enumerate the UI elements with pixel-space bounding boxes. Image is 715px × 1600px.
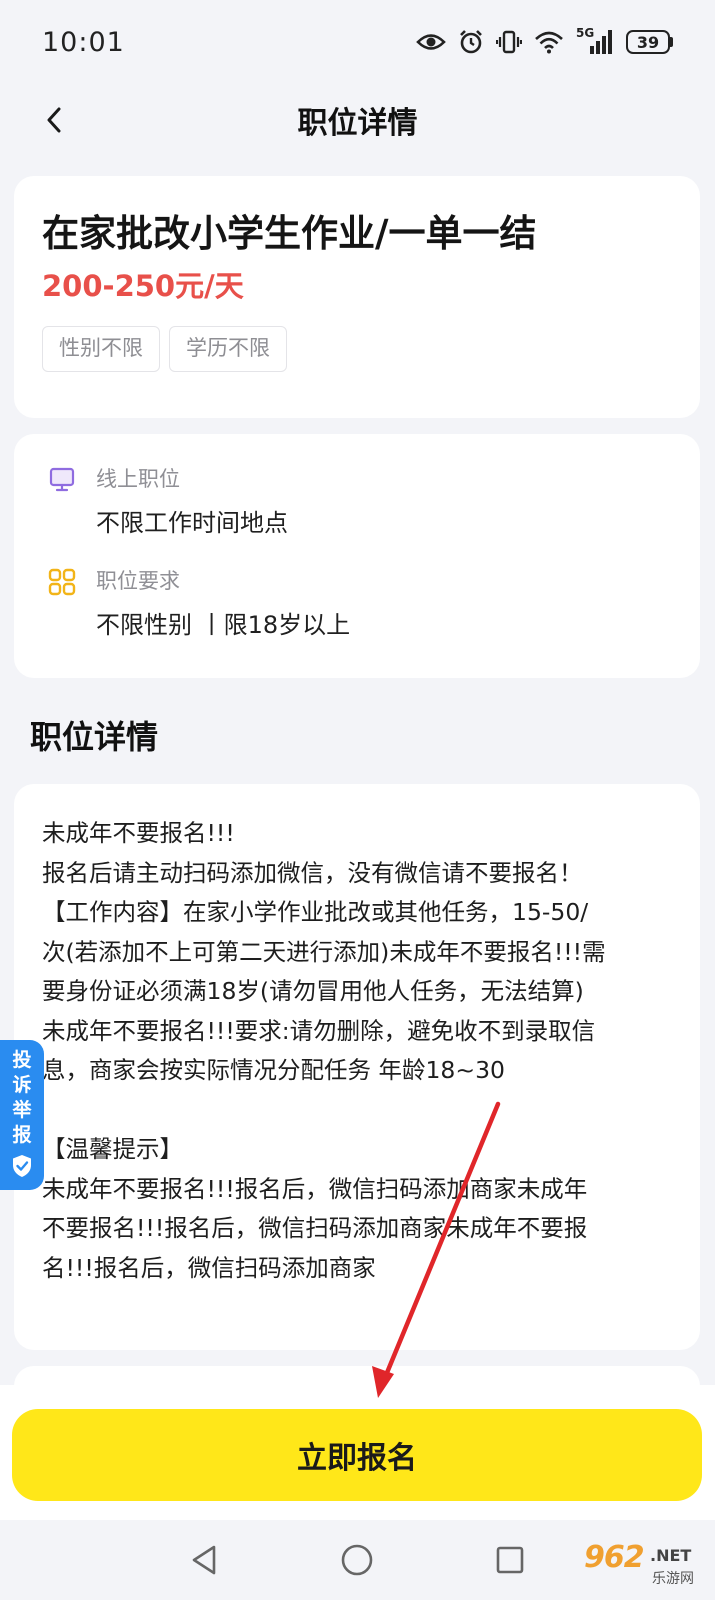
back-triangle-icon <box>192 1545 216 1575</box>
signal-icon: 5G <box>576 26 614 56</box>
chevron-left-icon <box>47 107 61 133</box>
watermark-main: 962 <box>584 1540 645 1575</box>
info-value-online: 不限工作时间地点 <box>96 509 288 537</box>
desc-line: 【工作内容】在家小学作业批改或其他任务，15-50/ <box>42 898 589 926</box>
info-row-requirements: 职位要求 不限性别 丨限18岁以上 <box>48 566 666 642</box>
system-back-button[interactable] <box>182 1538 226 1582</box>
system-recents-button[interactable] <box>488 1538 532 1582</box>
job-info-card: 线上职位 不限工作时间地点 职位要求 不限性别 丨限18岁以上 <box>14 434 700 678</box>
desc-line: 要身份证必须满18岁(请勿冒用他人任务，无法结算) <box>42 977 584 1005</box>
report-char: 诉 <box>12 1074 32 1096</box>
status-icons: 5G 39 <box>416 26 673 56</box>
bottom-action-bar: 立即报名 <box>0 1385 715 1520</box>
job-tags: 性别不限 学历不限 <box>42 326 672 372</box>
system-home-button[interactable] <box>335 1538 379 1582</box>
desc-line: 息，商家会按实际情况分配任务 年龄18~30 <box>42 1056 505 1084</box>
info-label-requirements: 职位要求 <box>96 569 180 593</box>
status-bar: 10:01 5G 39 <box>0 0 715 84</box>
vibrate-icon <box>496 30 522 54</box>
battery-level: 39 <box>636 32 660 52</box>
tag-gender: 性别不限 <box>42 326 160 372</box>
grid-icon <box>48 568 76 596</box>
info-label-online: 线上职位 <box>96 467 180 491</box>
status-time: 10:01 <box>42 26 125 58</box>
job-title: 在家批改小学生作业/一单一结 <box>42 212 537 255</box>
back-button[interactable] <box>34 100 74 140</box>
wifi-icon <box>535 31 563 54</box>
report-char: 投 <box>12 1049 32 1071</box>
eye-icon <box>416 34 446 50</box>
job-description-card: 未成年不要报名!!! 报名后请主动扫码添加微信，没有微信请不要报名！ 【工作内容… <box>14 784 700 1350</box>
report-tab[interactable]: 投 诉 举 报 <box>0 1040 44 1190</box>
page-title: 职位详情 <box>297 106 418 141</box>
recents-square-icon <box>496 1546 524 1574</box>
desc-line: 未成年不要报名!!!要求:请勿删除，避免收不到录取信 <box>42 1016 596 1045</box>
desc-line: 次(若添加不上可第二天进行添加)未成年不要报名!!!需 <box>42 937 606 966</box>
desc-line: 报名后请主动扫码添加微信，没有微信请不要报名！ <box>42 858 583 887</box>
report-char: 报 <box>12 1124 32 1146</box>
watermark-logo: 962 .NET 乐游网 <box>578 1540 708 1596</box>
info-value-requirements: 不限性别 丨限18岁以上 <box>96 611 351 639</box>
battery-icon: 39 <box>626 30 673 54</box>
watermark-suffix: .NET <box>650 1546 692 1565</box>
watermark-sub: 乐游网 <box>652 1571 694 1587</box>
details-section-title: 职位详情 <box>30 718 159 756</box>
info-row-online: 线上职位 不限工作时间地点 <box>48 464 666 540</box>
shield-check-icon <box>13 1155 31 1177</box>
desc-blank-line <box>42 1091 672 1131</box>
job-summary-card: 在家批改小学生作业/一单一结 200-250元/天 性别不限 学历不限 <box>14 176 700 418</box>
alarm-icon <box>460 30 482 54</box>
desc-line: 名!!!报名后，微信扫码添加商家 <box>42 1253 376 1282</box>
desc-line: 不要报名!!!报名后，微信扫码添加商家未成年不要报 <box>42 1214 588 1242</box>
job-salary: 200-250元/天 <box>42 269 244 303</box>
home-circle-icon <box>341 1544 373 1576</box>
nav-bar: 职位详情 <box>0 84 715 156</box>
apply-button[interactable]: 立即报名 <box>12 1409 702 1501</box>
desc-line: 【温馨提示】 <box>42 1135 183 1163</box>
report-char: 举 <box>12 1099 32 1121</box>
desc-line: 未成年不要报名!!! <box>42 819 235 847</box>
desc-line: 未成年不要报名!!!报名后，微信扫码添加商家未成年 <box>42 1174 588 1203</box>
tag-education: 学历不限 <box>169 326 287 372</box>
monitor-icon <box>49 467 75 492</box>
